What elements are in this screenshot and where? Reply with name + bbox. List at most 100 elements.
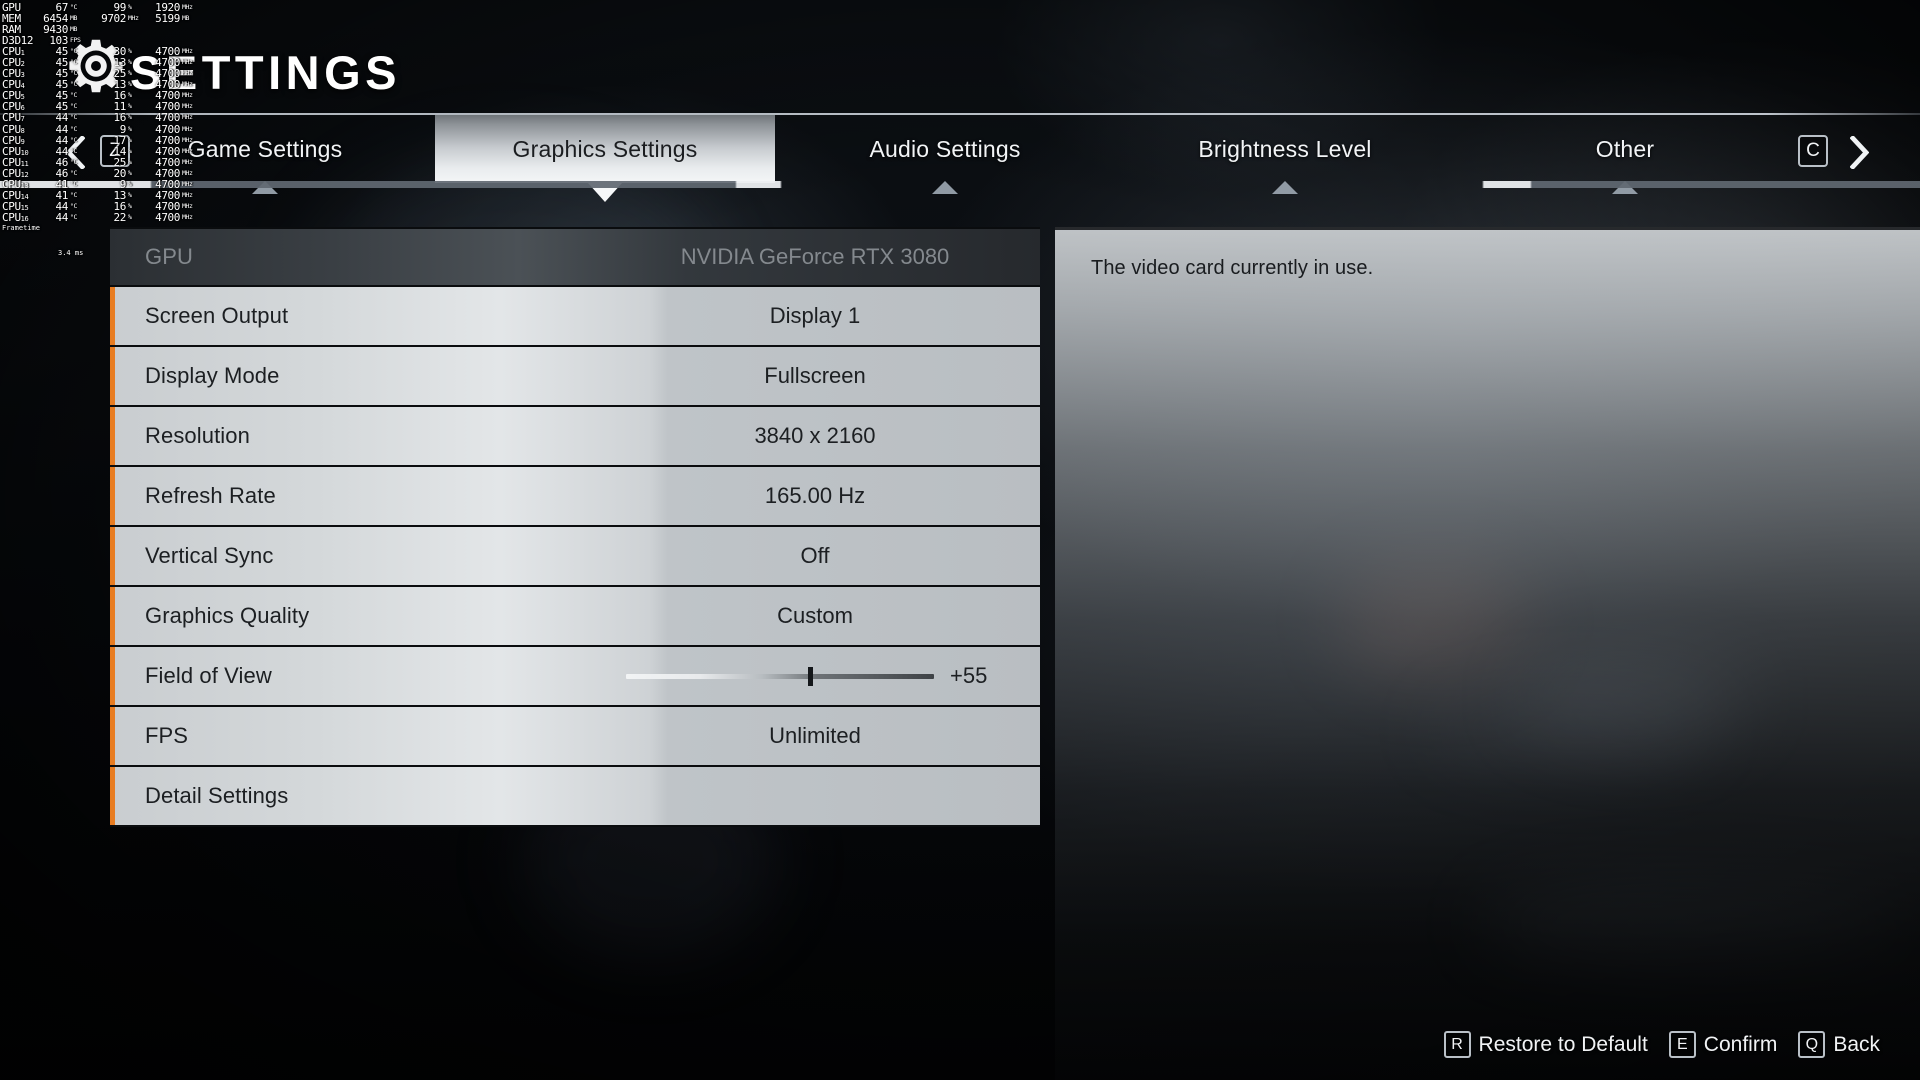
row-value[interactable]: Unlimited	[590, 723, 1040, 749]
settings-row[interactable]: Refresh Rate 165.00 Hz	[110, 467, 1040, 527]
perf-row: GPU 67 °C 99% 1920 MHz	[2, 2, 193, 13]
perf-unit-1: MB	[70, 14, 78, 23]
perf-unit-1: °C	[70, 168, 78, 177]
perf-unit-2: %	[128, 168, 132, 177]
perf-unit-1: °C	[70, 80, 78, 89]
hint-item[interactable]: E Confirm	[1668, 1031, 1778, 1058]
hint-label: Confirm	[1703, 1032, 1778, 1056]
next-tab-button[interactable]	[1836, 129, 1882, 175]
perf-row: CPU10 44 °C 14% 4700 MHz	[2, 146, 193, 157]
perf-frametime-label: Frametime	[2, 223, 40, 232]
row-accent-bar	[110, 767, 115, 825]
perf-unit-2: %	[128, 212, 132, 221]
perf-unit-1: °C	[70, 124, 78, 133]
row-accent-bar	[110, 287, 115, 345]
settings-row[interactable]: Graphics Quality Custom	[110, 587, 1040, 647]
settings-row[interactable]: Display Mode Fullscreen	[110, 347, 1040, 407]
perf-unit-3: MHz	[182, 201, 193, 210]
perf-label-index: 2	[20, 60, 25, 69]
perf-label-index: 13	[20, 181, 29, 190]
perf-unit-3: MHz	[182, 102, 193, 111]
row-value[interactable]: Custom	[590, 603, 1040, 629]
row-value[interactable]: Fullscreen	[590, 363, 1040, 389]
perf-unit-3: MHz	[182, 80, 193, 89]
perf-unit-1: °C	[70, 179, 78, 188]
tab-graphics-settings[interactable]: Graphics Settings	[435, 115, 775, 202]
perf-value-3: 4700	[155, 210, 180, 224]
perf-row: CPU1 45 °C 30% 4700 MHz	[2, 46, 193, 58]
tab-audio-settings[interactable]: Audio Settings	[775, 115, 1115, 194]
perf-unit-3: MB	[182, 14, 190, 23]
hint-item[interactable]: R Restore to Default	[1443, 1031, 1648, 1058]
perf-unit-1: °C	[70, 102, 78, 111]
settings-row[interactable]: Screen Output Display 1	[110, 287, 1040, 347]
hint-bar: R Restore to Default E Confirm Q Back	[1443, 1031, 1880, 1058]
perf-row: CPU7 44 °C 16% 4700 MHz	[2, 112, 193, 123]
perf-row: CPU2 45 °C 13% 4700 MHz	[2, 57, 193, 69]
row-label: Refresh Rate	[145, 483, 276, 508]
perf-unit-3: MHz	[182, 47, 193, 56]
perf-label-index: 6	[20, 104, 25, 113]
perf-label-index: 11	[20, 159, 29, 168]
perf-label-index: 12	[20, 170, 29, 179]
perf-unit-3: MHz	[182, 124, 193, 133]
settings-row[interactable]: Resolution 3840 x 2160	[110, 407, 1040, 467]
slider-track[interactable]	[626, 666, 934, 686]
settings-list: GPU NVIDIA GeForce RTX 3080 Screen Output D…	[110, 227, 1040, 827]
settings-row[interactable]: Field of View +55	[110, 647, 1040, 707]
row-slider[interactable]: +55	[590, 646, 1040, 706]
perf-unit-1: °C	[70, 58, 78, 67]
perf-value-2: 17	[113, 133, 127, 147]
perf-value-3: 4700	[155, 144, 180, 158]
tab-label: Other	[1595, 135, 1655, 162]
settings-row[interactable]: Detail Settings	[110, 767, 1040, 827]
perf-row: CPU16 44 °C 22% 4700 MHz	[2, 210, 193, 224]
row-value[interactable]: Off	[590, 543, 1040, 569]
row-value[interactable]: Display 1	[590, 303, 1040, 329]
perf-unit-3: MHz	[182, 157, 193, 166]
perf-unit-1: °C	[70, 157, 78, 166]
perf-value-3: 4700	[155, 133, 180, 147]
tab-other[interactable]: Other	[1455, 115, 1795, 194]
perf-unit-2: %	[128, 190, 132, 199]
perf-value-2: 22	[113, 210, 127, 224]
perf-unit-2: %	[128, 102, 132, 111]
perf-row: MEM 6454 MB 9702 MHz 5199 MB	[2, 13, 189, 24]
perf-label-index: 8	[20, 126, 25, 135]
perf-value-3: 5199	[155, 12, 180, 26]
row-accent-bar	[110, 407, 115, 465]
perf-row: CPU4 45 °C 13% 4700 MHz	[2, 79, 193, 91]
perf-unit-2: %	[128, 124, 132, 133]
perf-unit-2: %	[128, 157, 132, 166]
perf-unit-1: °C	[70, 69, 78, 78]
row-label: Display Mode	[145, 363, 280, 388]
perf-label-index: 4	[20, 82, 25, 91]
tab-brightness-level[interactable]: Brightness Level	[1115, 115, 1455, 194]
perf-unit-2: %	[128, 69, 132, 78]
perf-label-index: 5	[20, 93, 25, 102]
perf-unit-3: MHz	[182, 113, 193, 122]
perf-unit-2: %	[128, 80, 132, 89]
perf-unit-3: MHz	[182, 91, 193, 100]
row-value[interactable]: 165.00 Hz	[590, 483, 1040, 509]
settings-row[interactable]: FPS Unlimited	[110, 707, 1040, 767]
hint-item[interactable]: Q Back	[1798, 1031, 1880, 1058]
slider-handle[interactable]	[807, 666, 813, 686]
perf-row: CPU13 41 °C 9% 4700 MHz	[2, 179, 193, 190]
header: SETTINGS	[0, 0, 1920, 120]
perf-value-1: 44	[55, 133, 69, 147]
perf-row: CPU12 46 °C 20% 4700 MHz	[2, 168, 193, 179]
row-accent-bar	[110, 527, 115, 585]
row-value[interactable]: 3840 x 2160	[590, 423, 1040, 449]
row-label: FPS	[145, 723, 189, 748]
perf-label-index: 1	[20, 49, 25, 58]
description-text: The video card currently in use.	[1091, 257, 1374, 279]
next-tab-key[interactable]: C	[1798, 135, 1828, 167]
row-accent-bar	[110, 467, 115, 525]
perf-unit-1: °C	[70, 212, 78, 221]
settings-row[interactable]: Vertical Sync Off	[110, 527, 1040, 587]
hint-label: Back	[1833, 1032, 1880, 1056]
tab-list: Game Settings Graphics Settings Audio Se…	[95, 115, 1795, 202]
perf-row: CPU8 44 °C 9% 4700 MHz	[2, 123, 193, 135]
perf-unit-2: MHz	[128, 14, 139, 23]
